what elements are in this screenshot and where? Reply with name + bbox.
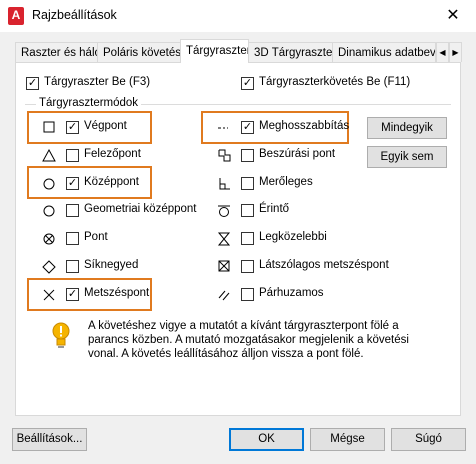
extension-label: Meghosszabbítás bbox=[259, 120, 350, 132]
geometric-center-label: Geometriai középpont bbox=[84, 203, 197, 215]
tab-snap-grid[interactable]: Raszter és háló bbox=[15, 42, 98, 62]
clear-all-button[interactable]: Egyik sem bbox=[367, 146, 447, 168]
apparent-intersection-label: Látszólagos metszéspont bbox=[259, 259, 389, 271]
osnap-tracking-checkbox[interactable]: ✓ bbox=[241, 77, 254, 90]
perpendicular-icon bbox=[219, 178, 230, 190]
apparent-intersection-checkbox[interactable] bbox=[241, 260, 254, 273]
center-label: Középpont bbox=[84, 176, 139, 188]
tangent-checkbox[interactable] bbox=[241, 204, 254, 217]
geometric-center-checkbox[interactable] bbox=[66, 204, 79, 217]
app-logo-icon: A bbox=[8, 7, 24, 25]
insertion-label: Beszúrási pont bbox=[259, 148, 336, 160]
midpoint-label: Felezőpont bbox=[84, 148, 141, 160]
window-title: Rajzbeállítások bbox=[32, 8, 117, 22]
tab-3d-object-snap[interactable]: 3D Tárgyraszter bbox=[248, 42, 333, 62]
perpendicular-checkbox[interactable] bbox=[241, 177, 254, 190]
center-checkbox[interactable]: ✓ bbox=[66, 177, 79, 190]
intersection-x-icon bbox=[43, 289, 55, 301]
insertion-checkbox[interactable] bbox=[241, 149, 254, 162]
osnap-modes-group-title: Tárgyrasztermódok bbox=[36, 97, 142, 109]
node-checkbox[interactable] bbox=[66, 232, 79, 245]
tab-object-snap[interactable]: Tárgyraszter bbox=[180, 39, 249, 63]
info-line: A követéshez vigye a mutatót a kívánt tá… bbox=[88, 320, 399, 332]
options-button[interactable]: Beállítások... bbox=[12, 428, 87, 451]
nearest-icon bbox=[217, 232, 231, 246]
cancel-button[interactable]: Mégse bbox=[310, 428, 385, 451]
info-line: parancs közben. A mutató mozgatásakor me… bbox=[88, 334, 409, 346]
title-bar: A Rajzbeállítások ✕ bbox=[0, 0, 476, 32]
endpoint-square-icon bbox=[43, 121, 55, 133]
info-text: A követéshez vigye a mutatót a kívánt tá… bbox=[88, 319, 438, 361]
tangent-label: Érintő bbox=[259, 203, 290, 215]
select-all-button[interactable]: Mindegyik bbox=[367, 117, 447, 139]
tab-scroll-left-icon[interactable]: ◀ bbox=[436, 42, 449, 62]
help-button[interactable]: Súgó bbox=[391, 428, 466, 451]
intersection-checkbox[interactable]: ✓ bbox=[66, 288, 79, 301]
osnap-on-label: Tárgyraszter Be (F3) bbox=[44, 76, 151, 88]
midpoint-checkbox[interactable] bbox=[66, 149, 79, 162]
lightbulb-icon bbox=[52, 322, 70, 348]
insertion-icon bbox=[218, 149, 231, 162]
quadrant-diamond-icon bbox=[42, 260, 56, 274]
ok-button[interactable]: OK bbox=[229, 428, 304, 451]
info-line: vonal. A követés leállításához álljon vi… bbox=[88, 348, 364, 360]
endpoint-label: Végpont bbox=[84, 120, 127, 132]
intersection-label: Metszéspont bbox=[84, 287, 150, 299]
apparent-intersection-icon bbox=[218, 260, 230, 272]
node-icon bbox=[43, 233, 55, 245]
geometric-center-icon bbox=[43, 205, 55, 217]
nearest-label: Legközelebbi bbox=[259, 231, 327, 243]
node-label: Pont bbox=[84, 231, 108, 243]
quadrant-checkbox[interactable] bbox=[66, 260, 79, 273]
extension-icon bbox=[218, 127, 228, 129]
tab-polar-tracking[interactable]: Poláris követés bbox=[97, 42, 181, 62]
close-button[interactable]: ✕ bbox=[430, 0, 476, 32]
endpoint-checkbox[interactable]: ✓ bbox=[66, 121, 79, 134]
tab-scroll-right-icon[interactable]: ▶ bbox=[449, 42, 462, 62]
tangent-icon bbox=[218, 205, 230, 217]
osnap-tracking-label: Tárgyraszterkövetés Be (F11) bbox=[259, 76, 411, 88]
center-circle-icon bbox=[43, 178, 55, 190]
parallel-checkbox[interactable] bbox=[241, 288, 254, 301]
tab-dynamic-input[interactable]: Dinamikus adatbevit bbox=[332, 42, 436, 62]
parallel-label: Párhuzamos bbox=[259, 287, 324, 299]
midpoint-triangle-icon bbox=[42, 148, 56, 162]
osnap-on-checkbox[interactable]: ✓ bbox=[26, 77, 39, 90]
extension-checkbox[interactable]: ✓ bbox=[241, 121, 254, 134]
parallel-icon bbox=[218, 290, 230, 301]
perpendicular-label: Merőleges bbox=[259, 176, 313, 188]
quadrant-label: Síknegyed bbox=[84, 259, 139, 271]
nearest-checkbox[interactable] bbox=[241, 232, 254, 245]
